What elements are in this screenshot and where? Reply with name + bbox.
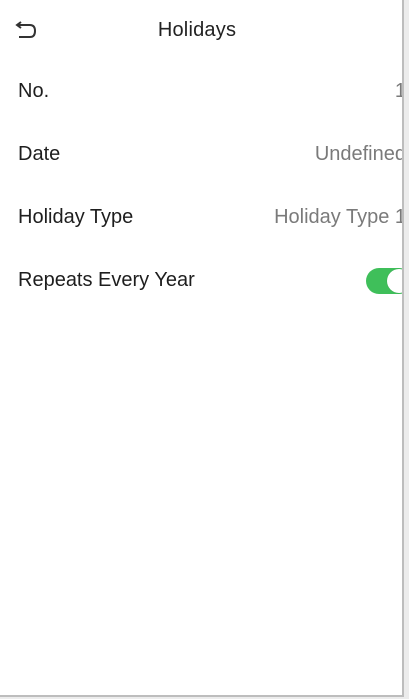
header-bar: Holidays bbox=[0, 0, 402, 60]
device-screen: Holidays No. 1 Date Undefined Holiday Ty… bbox=[0, 0, 404, 697]
row-holiday-type[interactable]: Holiday Type Holiday Type 1 bbox=[0, 186, 402, 249]
row-date-label: Date bbox=[18, 143, 61, 165]
page-title: Holidays bbox=[157, 18, 237, 41]
back-arrow-icon[interactable] bbox=[14, 21, 36, 41]
row-date-value: Undefined bbox=[314, 143, 404, 165]
row-holiday-type-label: Holiday Type bbox=[18, 206, 134, 228]
toggle-knob bbox=[387, 268, 402, 293]
row-date[interactable]: Date Undefined bbox=[0, 123, 402, 186]
row-repeats-every-year: Repeats Every Year bbox=[0, 249, 402, 312]
row-number-label: No. bbox=[18, 80, 50, 102]
row-repeats-label: Repeats Every Year bbox=[18, 269, 195, 291]
row-number-value: 1 bbox=[395, 80, 402, 103]
row-holiday-type-value: Holiday Type 1 bbox=[274, 206, 404, 228]
repeats-every-year-toggle[interactable] bbox=[366, 267, 402, 294]
row-number[interactable]: No. 1 bbox=[0, 60, 402, 123]
